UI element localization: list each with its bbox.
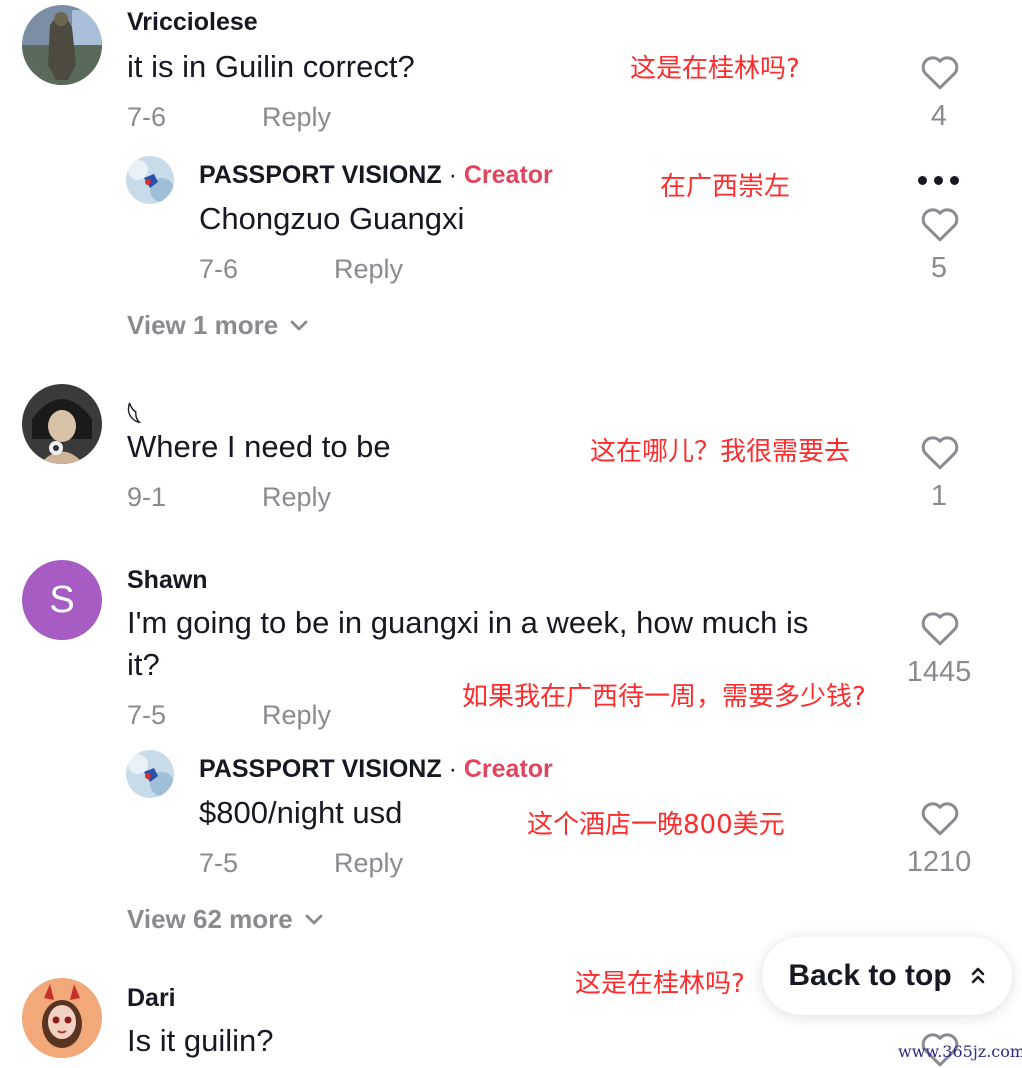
reply-text: Chongzuo Guangxi bbox=[199, 201, 465, 236]
reply-button[interactable]: Reply bbox=[334, 254, 403, 285]
annotation-translation: 这是在桂林吗? bbox=[575, 969, 745, 999]
comment-date: 9-1 bbox=[127, 482, 167, 512]
comment-text-line2: it? bbox=[127, 647, 160, 682]
comment-text: it is in Guilin correct? bbox=[127, 49, 415, 84]
avatar-initial: S bbox=[49, 578, 75, 621]
avatar-user[interactable] bbox=[22, 384, 102, 464]
comment-username[interactable]: Shawn bbox=[127, 566, 208, 595]
back-to-top-button[interactable]: Back to top bbox=[762, 937, 1012, 1015]
more-options-icon[interactable] bbox=[918, 170, 964, 190]
annotation-translation: 这个酒店一晚800美元 bbox=[527, 810, 785, 840]
reply-button[interactable]: Reply bbox=[262, 700, 331, 731]
chevron-down-icon bbox=[305, 914, 323, 924]
reply-date: 7-6 bbox=[199, 254, 239, 284]
separator-dot: · bbox=[448, 161, 457, 189]
comment-username[interactable]: Dari bbox=[127, 984, 176, 1013]
heart-outline-icon[interactable] bbox=[920, 609, 960, 647]
comment-date: 7-5 bbox=[127, 700, 167, 730]
comment-date: 7-6 bbox=[127, 102, 167, 132]
view-more-label: View 1 more bbox=[127, 310, 279, 340]
comment-text: Is it guilin? bbox=[127, 1023, 274, 1058]
annotation-translation: 这在哪儿？我很需要去 bbox=[590, 437, 851, 467]
view-more-replies-button[interactable]: View 1 more bbox=[127, 310, 310, 341]
creator-badge: Creator bbox=[463, 161, 553, 189]
avatar-vricciolese[interactable] bbox=[22, 5, 102, 85]
annotation-translation: 这是在桂林吗? bbox=[630, 54, 800, 84]
double-chevron-up-icon bbox=[971, 967, 984, 984]
reply-button[interactable]: Reply bbox=[262, 482, 331, 513]
comment-username[interactable]: Vricciolese bbox=[127, 8, 258, 37]
creator-name[interactable]: PASSPORT VISIONZ bbox=[199, 755, 442, 783]
avatar-passport-visionz[interactable] bbox=[126, 156, 174, 204]
like-count: 1210 bbox=[906, 846, 972, 878]
separator-dot: · bbox=[448, 755, 457, 783]
creator-badge: Creator bbox=[463, 755, 553, 783]
like-count: 5 bbox=[930, 252, 948, 284]
like-count: 1445 bbox=[906, 656, 972, 688]
heart-outline-icon[interactable] bbox=[920, 433, 960, 471]
avatar-dari[interactable] bbox=[22, 978, 102, 1058]
reply-username[interactable]: PASSPORT VISIONZ · Creator bbox=[199, 755, 553, 784]
creator-name[interactable]: PASSPORT VISIONZ bbox=[199, 161, 442, 189]
like-count: 1 bbox=[930, 480, 948, 512]
comment-text: Where I need to be bbox=[127, 429, 391, 464]
heart-outline-icon[interactable] bbox=[920, 205, 960, 243]
watermark-text: www.365jz.com bbox=[898, 1042, 1022, 1061]
heart-outline-icon[interactable] bbox=[920, 53, 960, 91]
avatar-shawn[interactable]: S bbox=[22, 560, 102, 640]
view-more-label: View 62 more bbox=[127, 904, 293, 934]
view-more-replies-button[interactable]: View 62 more bbox=[127, 904, 325, 935]
heart-outline-icon[interactable] bbox=[920, 799, 960, 837]
reply-date: 7-5 bbox=[199, 848, 239, 878]
reply-button[interactable]: Reply bbox=[262, 102, 331, 133]
reply-button[interactable]: Reply bbox=[334, 848, 403, 879]
annotation-translation: 如果我在广西待一周，需要多少钱? bbox=[462, 682, 866, 712]
annotation-translation: 在广西崇左 bbox=[660, 172, 791, 202]
like-count: 4 bbox=[930, 100, 948, 132]
comment-text-line1: I'm going to be in guangxi in a week, ho… bbox=[127, 605, 809, 640]
chevron-down-icon bbox=[290, 320, 308, 330]
avatar-passport-visionz[interactable] bbox=[126, 750, 174, 798]
reply-username[interactable]: PASSPORT VISIONZ · Creator bbox=[199, 161, 553, 190]
reply-text: $800/night usd bbox=[199, 795, 403, 830]
back-to-top-label: Back to top bbox=[788, 959, 952, 992]
